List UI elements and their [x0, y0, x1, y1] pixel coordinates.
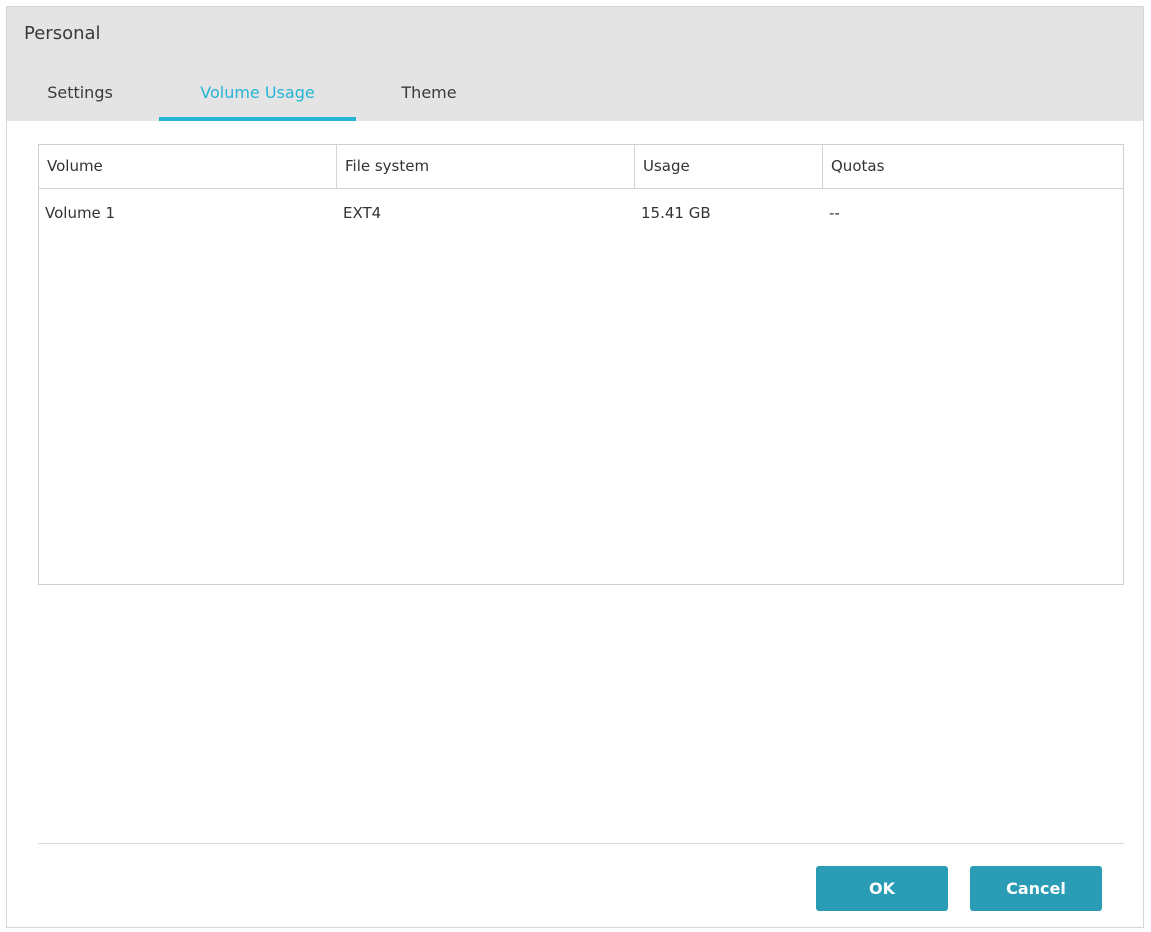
table-row[interactable]: Volume 1 EXT4 15.41 GB --	[39, 193, 1123, 233]
ok-button[interactable]: OK	[816, 866, 948, 911]
cancel-button[interactable]: Cancel	[970, 866, 1102, 911]
cell-usage: 15.41 GB	[641, 204, 711, 222]
cell-file-system: EXT4	[343, 204, 382, 222]
dialog-title: Personal	[24, 23, 101, 44]
tab-theme[interactable]: Theme	[379, 65, 479, 121]
table-header: Volume File system Usage Quotas	[39, 145, 1123, 189]
personal-dialog: Personal Settings Volume Usage Theme Vol…	[6, 6, 1144, 928]
tab-volume-usage[interactable]: Volume Usage	[159, 65, 356, 121]
tab-settings[interactable]: Settings	[27, 65, 133, 121]
footer-divider	[38, 843, 1124, 844]
dialog-header: Personal Settings Volume Usage Theme	[7, 7, 1143, 121]
cell-volume: Volume 1	[45, 204, 116, 222]
column-header-quotas[interactable]: Quotas	[823, 145, 1123, 188]
column-header-usage[interactable]: Usage	[635, 145, 823, 188]
column-header-volume[interactable]: Volume	[39, 145, 337, 188]
column-header-file-system[interactable]: File system	[337, 145, 635, 188]
volume-usage-table: Volume File system Usage Quotas Volume 1…	[38, 144, 1124, 585]
cell-quotas: --	[829, 204, 840, 222]
